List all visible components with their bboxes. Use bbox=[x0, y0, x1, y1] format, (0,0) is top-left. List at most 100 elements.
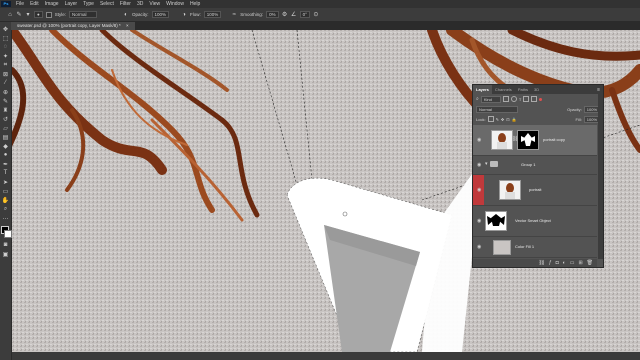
blur-tool-icon[interactable]: ◆ bbox=[2, 143, 9, 150]
layer-row-portrait-copy[interactable]: ◉ ⛓ portrait copy bbox=[473, 125, 597, 156]
eye-icon[interactable]: ◉ bbox=[477, 244, 481, 250]
lock-transparent-icon[interactable] bbox=[487, 116, 494, 122]
canvas-scrollbar[interactable] bbox=[12, 352, 640, 360]
lock-all-icon[interactable]: 🔒 bbox=[512, 117, 517, 122]
frame-tool-icon[interactable]: ⊠ bbox=[2, 71, 9, 78]
rectangle-tool-icon[interactable]: ▭ bbox=[2, 188, 9, 195]
menu-image[interactable]: Image bbox=[42, 0, 62, 8]
pen-tool-icon[interactable]: ✒ bbox=[2, 161, 9, 168]
pressure-icon[interactable]: ◑ bbox=[181, 12, 187, 18]
flow-label: Flow: bbox=[190, 12, 201, 17]
menu-file[interactable]: File bbox=[13, 0, 27, 8]
style-label: Style: bbox=[54, 12, 66, 17]
filter-adjustment-icon[interactable] bbox=[510, 96, 517, 102]
option-checkbox[interactable] bbox=[45, 11, 52, 18]
opacity-field[interactable]: 100% bbox=[151, 11, 170, 18]
fx-icon[interactable]: ƒ bbox=[549, 260, 552, 266]
type-tool-icon[interactable]: T bbox=[2, 170, 9, 176]
add-mask-icon[interactable]: ◘ bbox=[556, 260, 559, 266]
lock-label: Lock: bbox=[476, 116, 486, 122]
layer-row-color-fill-1[interactable]: ◉ Color Fill 1 bbox=[473, 237, 597, 258]
menu-type[interactable]: Type bbox=[80, 0, 97, 8]
tab-layers[interactable]: Layers bbox=[473, 85, 492, 94]
tab-paths[interactable]: Paths bbox=[515, 85, 531, 94]
menu-view[interactable]: View bbox=[146, 0, 163, 8]
menu-filter[interactable]: Filter bbox=[117, 0, 134, 8]
chevron-down-icon[interactable]: ▾ bbox=[485, 161, 488, 167]
eye-icon[interactable]: ◉ bbox=[477, 162, 481, 168]
layer-row-portrait[interactable]: ◉ portrait bbox=[473, 175, 597, 206]
menu-edit[interactable]: Edit bbox=[27, 0, 42, 8]
eye-icon[interactable]: ◉ bbox=[477, 218, 481, 224]
style-dropdown[interactable]: Normal bbox=[68, 11, 97, 18]
eye-icon[interactable]: ◉ bbox=[477, 187, 481, 193]
menu-3d[interactable]: 3D bbox=[134, 0, 146, 8]
blend-row: Normal Opacity: 100% bbox=[473, 104, 603, 114]
gradient-tool-icon[interactable]: ▤ bbox=[2, 134, 9, 141]
brush-size-picker[interactable]: ● bbox=[34, 11, 43, 18]
gear-icon[interactable]: ⚙ bbox=[282, 12, 288, 18]
lasso-tool-icon[interactable]: ◌ bbox=[2, 44, 9, 50]
marquee-tool-icon[interactable]: ⬚ bbox=[2, 35, 9, 42]
panel-menu-icon[interactable]: ≡ bbox=[597, 87, 603, 93]
eyedropper-tool-icon[interactable]: ⁄ bbox=[2, 80, 9, 86]
lock-position-icon[interactable]: ✥ bbox=[501, 117, 504, 122]
new-group-icon[interactable]: ▭ bbox=[570, 260, 575, 266]
brush-tool-icon[interactable]: ✎ bbox=[2, 98, 9, 105]
new-layer-icon[interactable]: ⊞ bbox=[578, 260, 582, 266]
crop-tool-icon[interactable]: ⌗ bbox=[2, 62, 9, 68]
eye-icon[interactable]: ◉ bbox=[477, 137, 481, 143]
screen-mode-icon[interactable]: ▣ bbox=[2, 251, 9, 258]
tab-3d[interactable]: 3D bbox=[531, 85, 542, 94]
home-icon[interactable]: ⌂ bbox=[7, 12, 13, 18]
clone-stamp-tool-icon[interactable]: ♜ bbox=[2, 107, 9, 114]
angle-icon[interactable]: ∠ bbox=[291, 12, 297, 18]
zoom-tool-icon[interactable]: ⌕ bbox=[2, 206, 9, 212]
angle-field[interactable]: 0° bbox=[299, 11, 310, 18]
more-tools-icon[interactable]: … bbox=[2, 215, 9, 221]
chevron-down-icon[interactable]: ▾ bbox=[25, 12, 31, 18]
dodge-tool-icon[interactable]: ● bbox=[2, 152, 9, 158]
layer-row-vector-smart-object[interactable]: ◉ Vector Smart Object bbox=[473, 206, 597, 237]
filter-pixel-icon[interactable] bbox=[502, 96, 509, 102]
filter-smart-icon[interactable] bbox=[531, 96, 538, 102]
flow-field[interactable]: 100% bbox=[203, 11, 222, 18]
trash-icon[interactable]: 🗑 bbox=[587, 260, 593, 266]
link-layers-icon[interactable]: ⛓ bbox=[539, 260, 545, 266]
filter-type-icon[interactable]: T bbox=[519, 97, 521, 102]
close-icon[interactable]: × bbox=[126, 23, 129, 28]
airbrush-icon[interactable]: ≈ bbox=[231, 12, 237, 18]
quick-mask-icon[interactable]: ◙ bbox=[2, 242, 9, 248]
menu-layer[interactable]: Layer bbox=[62, 0, 81, 8]
adjustment-layer-icon[interactable]: ◐ bbox=[563, 260, 566, 266]
filter-shape-icon[interactable] bbox=[523, 96, 530, 102]
pressure-opacity-icon[interactable]: ◐ bbox=[123, 12, 129, 18]
filter-toggle[interactable] bbox=[539, 97, 543, 101]
filter-kind-dropdown[interactable]: Kind bbox=[480, 95, 501, 103]
smoothing-field[interactable]: 0% bbox=[266, 11, 279, 18]
menu-select[interactable]: Select bbox=[97, 0, 117, 8]
brush-tool-preset-icon[interactable]: ✎ bbox=[16, 12, 22, 18]
tab-channels[interactable]: Channels bbox=[492, 85, 515, 94]
search-icon: ⌕ bbox=[476, 96, 479, 102]
lock-pixels-icon[interactable]: ✎ bbox=[496, 117, 499, 122]
layer-row-group-1[interactable]: ◉ ▾ Group 1 bbox=[473, 156, 597, 175]
layer-name: Vector Smart Object bbox=[515, 218, 551, 223]
symmetry-icon[interactable]: ⊙ bbox=[313, 12, 319, 18]
hand-tool-icon[interactable]: ✋ bbox=[2, 197, 9, 204]
quick-select-tool-icon[interactable]: ✦ bbox=[2, 53, 9, 60]
layers-scrollbar[interactable] bbox=[598, 94, 603, 259]
healing-tool-icon[interactable]: ⊕ bbox=[2, 89, 9, 96]
document-tab[interactable]: sweater.psd @ 100% (portrait copy, Layer… bbox=[11, 22, 135, 30]
layers-footer: ⛓ ƒ ◘ ◐ ▭ ⊞ 🗑 bbox=[473, 259, 597, 267]
path-select-tool-icon[interactable]: ➤ bbox=[2, 179, 9, 186]
move-tool-icon[interactable]: ✥ bbox=[2, 26, 9, 33]
menu-help[interactable]: Help bbox=[187, 0, 203, 8]
background-color-swatch[interactable] bbox=[4, 230, 12, 238]
layer-mask-thumbnail[interactable] bbox=[517, 130, 539, 150]
lock-artboard-icon[interactable]: ⊡ bbox=[506, 117, 509, 122]
menu-window[interactable]: Window bbox=[163, 0, 187, 8]
blend-mode-dropdown[interactable]: Normal bbox=[476, 105, 518, 113]
history-brush-tool-icon[interactable]: ↺ bbox=[2, 116, 9, 123]
eraser-tool-icon[interactable]: ▱ bbox=[2, 125, 9, 132]
